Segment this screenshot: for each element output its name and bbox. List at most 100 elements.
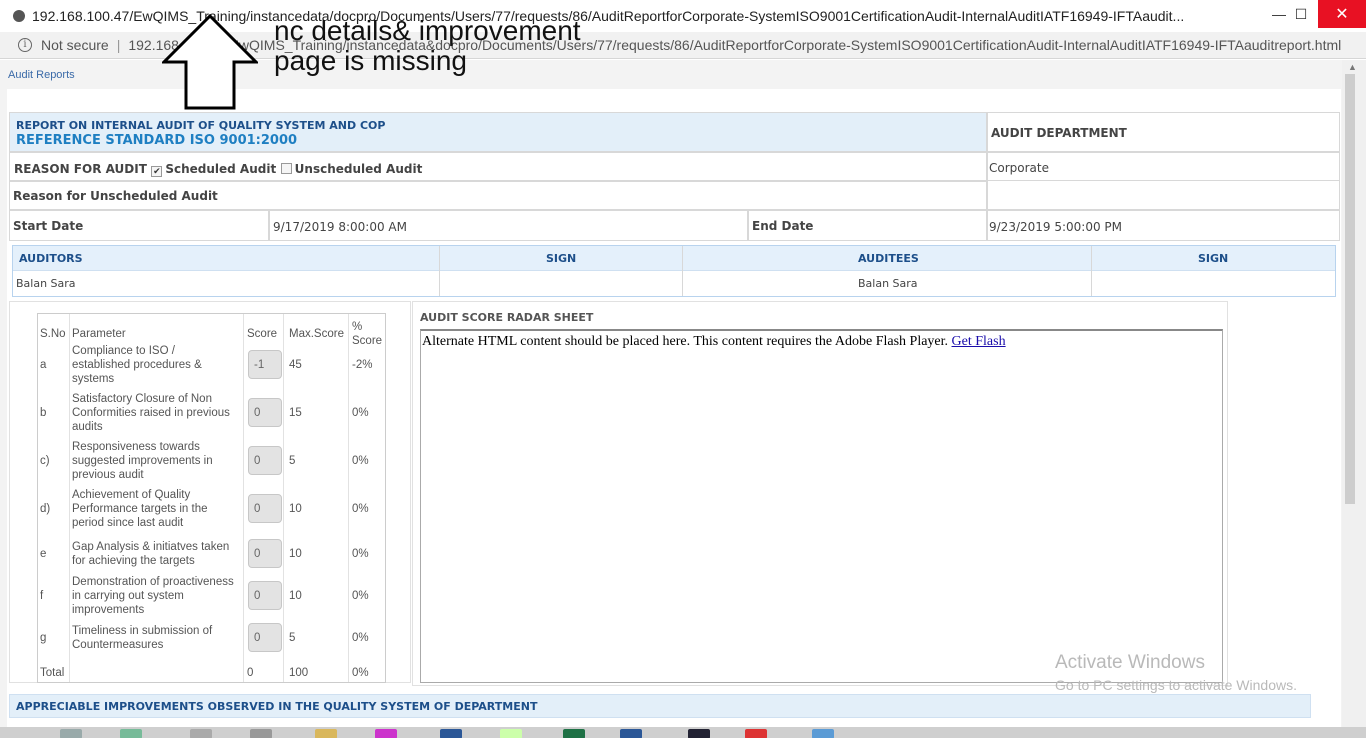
scheduled-audit-checkbox[interactable]: ✔ [151,166,163,177]
score-input[interactable]: 0 [248,398,282,427]
taskbar-app-icon[interactable] [620,729,642,738]
taskbar-app-icon[interactable] [375,729,397,738]
radar-section: AUDIT SCORE RADAR SHEET Alternate HTML c… [412,301,1228,686]
start-date-label: Start Date [13,219,84,233]
audit-department-header: AUDIT DEPARTMENT [987,112,1340,152]
score-input[interactable]: 0 [248,446,282,475]
close-button[interactable]: ✕ [1318,0,1366,28]
activate-windows-watermark: Activate Windows Go to PC settings to ac… [1055,652,1297,693]
score-table: S.No Parameter Score Max.Score % Score a… [37,313,386,683]
row-parameter: Demonstration of proactiveness in carryin… [72,575,244,617]
parameter-line: Satisfactory Closure of Non [72,393,212,405]
taskbar-app-icon[interactable] [745,729,767,738]
improvements-header: APPRECIABLE IMPROVEMENTS OBSERVED IN THE… [9,694,1311,718]
row-parameter: Gap Analysis & initiatves taken for achie… [72,540,244,568]
start-date-label-cell: Start Date [9,210,269,241]
score-input[interactable]: 0 [248,623,282,652]
row-sno: a [40,359,47,371]
scroll-thumb[interactable] [1345,74,1355,504]
row-percent: 0% [352,455,369,467]
get-flash-link[interactable]: Get Flash [952,334,1006,349]
auditor-name: Balan Sara [16,277,76,290]
sign-header: SIGN [1198,252,1229,265]
watermark-title: Activate Windows [1055,652,1205,673]
row-max-score: 5 [289,632,296,644]
row-parameter: Satisfactory Closure of Non Conformities … [72,392,244,434]
row-max-score: 10 [289,503,302,515]
reference-standard: REFERENCE STANDARD ISO 9001:2000 [16,133,298,148]
flash-placeholder: Alternate HTML content should be placed … [420,329,1223,683]
auditee-name: Balan Sara [858,277,918,290]
taskbar-app-icon[interactable] [60,729,82,738]
taskbar-app-icon[interactable] [812,729,834,738]
up-arrow-annotation-icon [162,14,258,110]
end-date-value: 9/23/2019 5:00:00 PM [989,220,1123,234]
start-date-cell: 9/17/2019 8:00:00 AM [269,210,748,241]
radar-title: AUDIT SCORE RADAR SHEET [420,311,594,324]
row-parameter: Achievement of Quality Performance target… [72,488,244,530]
flash-message: Alternate HTML content should be placed … [422,334,1006,350]
parameter-line: suggested improvements in [72,455,213,467]
sno-header: S.No [40,328,66,340]
parameter-line: for achieving the targets [72,555,195,567]
scroll-up-arrow-icon[interactable]: ▲ [1348,62,1357,72]
parameter-line: previous audit [72,469,144,481]
taskbar-app-icon[interactable] [120,729,142,738]
row-sno: d) [40,503,51,515]
taskbar-app-icon[interactable] [688,729,710,738]
audit-department-value: Corporate [989,161,1049,175]
empty-cell [987,181,1340,210]
score-input[interactable]: 0 [248,539,282,568]
vertical-scrollbar[interactable]: ▲ [1342,60,1366,727]
column-divider [439,246,440,296]
audit-department-cell: Corporate [987,152,1340,181]
taskbar-app-icon[interactable] [250,729,272,738]
end-date-label: End Date [752,219,814,233]
row-max-score: 5 [289,455,296,467]
taskbar-app-icon[interactable] [440,729,462,738]
row-parameter: Responsiveness towards suggested improvem… [72,440,244,482]
score-input[interactable]: 0 [248,581,282,610]
annotation-note: nc details& improvement page is missing [274,16,581,76]
address-separator: | [116,37,121,53]
parameter-line: Performance targets in the [72,503,208,515]
row-sno: g [40,632,47,644]
column-divider [348,314,349,682]
parameter-line: systems [72,373,115,385]
row-percent: 0% [352,407,369,419]
taskbar-app-icon[interactable] [563,729,585,738]
improvements-title: APPRECIABLE IMPROVEMENTS OBSERVED IN THE… [16,700,538,713]
maximize-button[interactable]: ☐ [1284,0,1318,28]
pct-header-symbol: % [352,321,363,333]
parameter-line: improvements [72,604,145,616]
unscheduled-audit-checkbox[interactable] [280,163,292,174]
info-icon[interactable]: i [18,38,32,52]
flash-text: Alternate HTML content should be placed … [422,334,949,349]
parameter-line: Responsiveness towards [72,441,200,453]
column-divider [682,246,683,296]
row-sno: b [40,407,47,419]
parameter-line: in carrying out system [72,590,184,602]
row-percent: 0% [352,590,369,602]
taskbar-app-icon[interactable] [500,729,522,738]
parameter-line: Timeliness in submission of [72,625,213,637]
total-score: 0 [247,667,254,679]
column-divider [283,314,284,682]
row-max-score: 10 [289,548,302,560]
row-percent: 0% [352,548,369,560]
taskbar [0,727,1366,738]
breadcrumb-audit-reports[interactable]: Audit Reports [8,69,75,81]
security-label: Not secure [41,37,109,53]
row-max-score: 45 [289,359,302,371]
row-parameter: Timeliness in submission of Countermeasur… [72,624,244,652]
parameter-line: Compliance to ISO / [72,345,175,357]
reason-label: REASON FOR AUDIT [14,162,147,176]
score-input[interactable]: 0 [248,494,282,523]
table-row: Balan Sara Balan Sara [13,271,1335,297]
score-input[interactable]: -1 [248,350,282,379]
taskbar-app-icon[interactable] [315,729,337,738]
parameter-line: Achievement of Quality [72,489,191,501]
taskbar-app-icon[interactable] [190,729,212,738]
parameter-line: established procedures & [72,359,202,371]
row-percent: 0% [352,632,369,644]
